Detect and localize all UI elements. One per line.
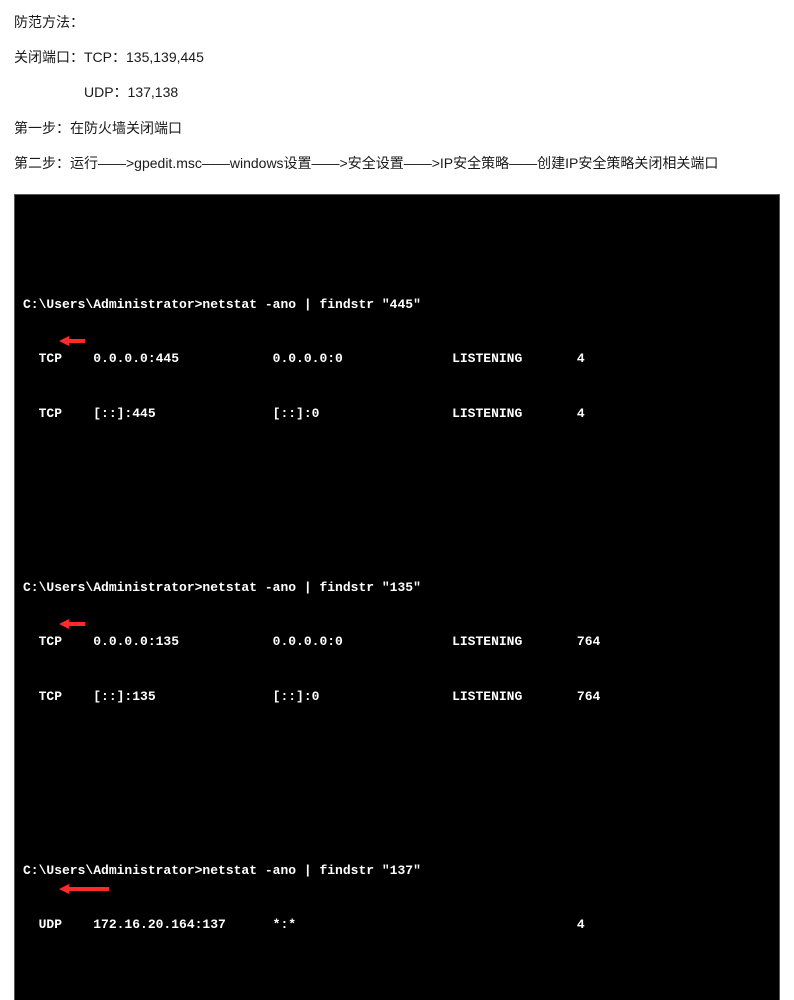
text-line-3: UDP：137,138	[14, 80, 780, 105]
terminal-command: C:\Users\Administrator>netstat -ano | fi…	[23, 579, 771, 597]
terminal-command: C:\Users\Administrator>netstat -ano | fi…	[23, 862, 771, 880]
terminal-output-row: UDP 172.16.20.164:137 *:* 4	[23, 916, 771, 934]
terminal-screenshot: C:\Users\Administrator>netstat -ano | fi…	[14, 194, 780, 1000]
terminal-group: C:\Users\Administrator>netstat -ano | fi…	[23, 260, 771, 478]
terminal-output-row: TCP 0.0.0.0:135 0.0.0.0:0 LISTENING 764	[23, 633, 771, 651]
text-line-4: 第一步：在防火墙关闭端口	[14, 116, 780, 141]
terminal-output-row: TCP 0.0.0.0:445 0.0.0.0:0 LISTENING 4	[23, 350, 771, 368]
terminal-group: C:\Users\Administrator>netstat -ano | fi…	[23, 542, 771, 760]
text-line-2: 关闭端口：TCP：135,139,445	[14, 45, 780, 70]
terminal-output-row: TCP [::]:135 [::]:0 LISTENING 764	[23, 688, 771, 706]
text-line-1: 防范方法：	[14, 10, 780, 35]
terminal-output-row: TCP [::]:445 [::]:0 LISTENING 4	[23, 405, 771, 423]
text-line-5: 第二步：运行——>gpedit.msc——windows设置——>安全设置——>…	[14, 151, 780, 176]
terminal-command: C:\Users\Administrator>netstat -ano | fi…	[23, 296, 771, 314]
instruction-text: 防范方法： 关闭端口：TCP：135,139,445 UDP：137,138 第…	[14, 10, 780, 176]
terminal-group: C:\Users\Administrator>netstat -ano | fi…	[23, 825, 771, 989]
